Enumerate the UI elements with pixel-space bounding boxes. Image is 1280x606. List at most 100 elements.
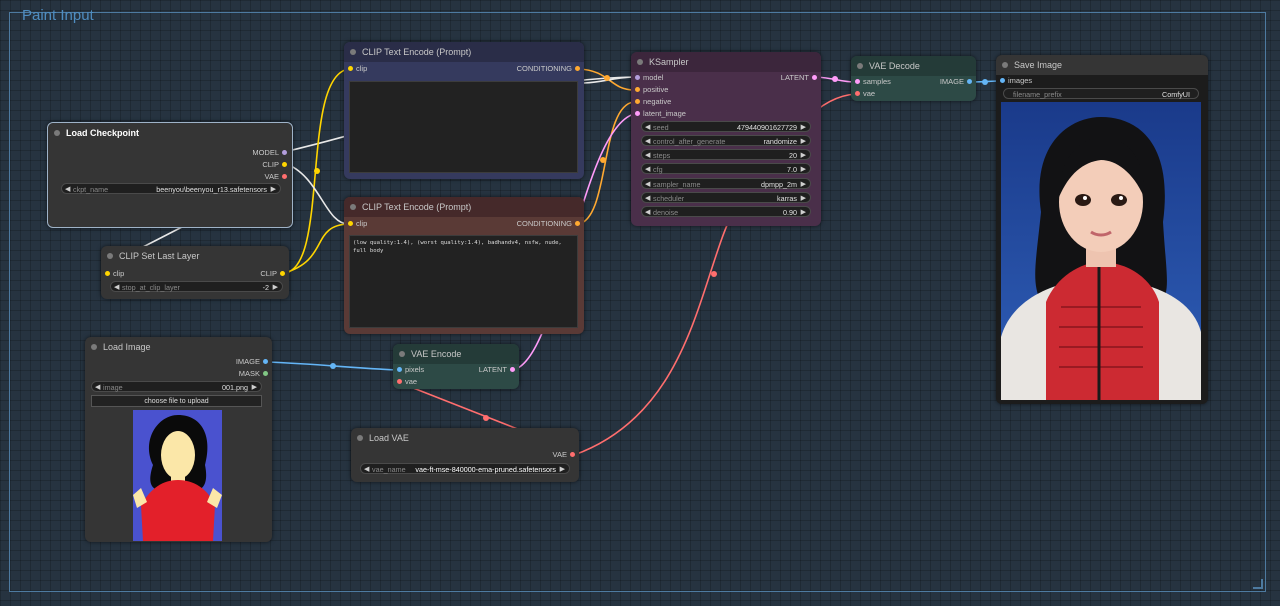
output-image[interactable]: IMAGE <box>236 357 270 367</box>
denoise-number[interactable]: ◀ denoise 0.90 ▶ <box>641 206 811 217</box>
arrow-left-icon[interactable]: ◀ <box>65 184 70 195</box>
slot-dot-icon[interactable] <box>635 75 640 80</box>
node-clip-text-encode-negative[interactable]: CLIP Text Encode (Prompt) clip CONDITION… <box>344 197 584 334</box>
node-vae-decode[interactable]: VAE Decode samples vae IMAGE <box>851 56 976 101</box>
arrow-right-icon[interactable]: ▶ <box>801 179 806 190</box>
output-latent[interactable]: LATENT <box>479 365 517 375</box>
arrow-right-icon[interactable]: ▶ <box>252 382 257 393</box>
arrow-right-icon[interactable]: ▶ <box>801 193 806 204</box>
arrow-left-icon[interactable]: ◀ <box>645 207 650 218</box>
node-header[interactable]: VAE Encode <box>393 344 519 364</box>
slot-dot-icon[interactable] <box>570 452 575 457</box>
slot-dot-icon[interactable] <box>1000 78 1005 83</box>
arrow-right-icon[interactable]: ▶ <box>271 184 276 195</box>
slot-dot-icon[interactable] <box>263 371 268 376</box>
node-vae-encode[interactable]: VAE Encode pixels vae LATENT <box>393 344 519 389</box>
slot-dot-icon[interactable] <box>348 221 353 226</box>
seed-number[interactable]: ◀ seed 479440901627729 ▶ <box>641 121 811 132</box>
arrow-left-icon[interactable]: ◀ <box>645 193 650 204</box>
input-clip[interactable]: clip <box>346 64 367 74</box>
node-header[interactable]: CLIP Set Last Layer <box>101 246 289 266</box>
sampler-name-combo[interactable]: ◀ sampler_name dpmpp_2m ▶ <box>641 178 811 189</box>
collapse-dot-icon[interactable] <box>1002 62 1008 68</box>
arrow-left-icon[interactable]: ◀ <box>364 464 369 475</box>
input-vae[interactable]: vae <box>395 377 417 387</box>
input-image-preview[interactable] <box>133 410 222 541</box>
node-load-checkpoint[interactable]: Load Checkpoint MODEL CLIP VAE ◀ ckpt_na… <box>47 122 293 228</box>
input-model[interactable]: model <box>633 73 663 83</box>
slot-dot-icon[interactable] <box>105 271 110 276</box>
control-after-generate-combo[interactable]: ◀ control_after_generate randomize ▶ <box>641 135 811 146</box>
arrow-right-icon[interactable]: ▶ <box>801 136 806 147</box>
slot-dot-icon[interactable] <box>348 66 353 71</box>
input-images[interactable]: images <box>998 76 1032 86</box>
node-save-image[interactable]: Save Image images filename_prefix ComfyU… <box>996 55 1208 404</box>
node-header[interactable]: VAE Decode <box>851 56 976 76</box>
upload-button[interactable]: choose file to upload <box>91 395 262 407</box>
slot-dot-icon[interactable] <box>397 367 402 372</box>
node-clip-text-encode-positive[interactable]: CLIP Text Encode (Prompt) clip CONDITION… <box>344 42 584 179</box>
scheduler-combo[interactable]: ◀ scheduler karras ▶ <box>641 192 811 203</box>
arrow-left-icon[interactable]: ◀ <box>95 382 100 393</box>
arrow-left-icon[interactable]: ◀ <box>645 179 650 190</box>
slot-dot-icon[interactable] <box>397 379 402 384</box>
node-header[interactable]: Load Image <box>85 337 272 357</box>
output-model[interactable]: MODEL <box>252 148 289 158</box>
node-load-image[interactable]: Load Image IMAGE MASK ◀ image 001.png ▶ … <box>85 337 272 542</box>
collapse-dot-icon[interactable] <box>399 351 405 357</box>
slot-dot-icon[interactable] <box>855 91 860 96</box>
node-clip-set-last-layer[interactable]: CLIP Set Last Layer clip CLIP ◀ stop_at_… <box>101 246 289 299</box>
stop-at-clip-layer-number[interactable]: ◀ stop_at_clip_layer -2 ▶ <box>110 281 283 292</box>
slot-dot-icon[interactable] <box>282 174 287 179</box>
collapse-dot-icon[interactable] <box>637 59 643 65</box>
node-ksampler[interactable]: KSampler model positive negative latent_… <box>631 52 821 226</box>
arrow-right-icon[interactable]: ▶ <box>801 122 806 133</box>
output-clip[interactable]: CLIP <box>260 269 287 279</box>
arrow-left-icon[interactable]: ◀ <box>645 136 650 147</box>
prompt-text-input[interactable] <box>349 81 578 173</box>
node-header[interactable]: Load VAE <box>351 428 579 448</box>
slot-dot-icon[interactable] <box>967 79 972 84</box>
arrow-right-icon[interactable]: ▶ <box>801 164 806 175</box>
vae-name-combo[interactable]: ◀ vae_name vae-ft-mse-840000-ema-pruned.… <box>360 463 570 474</box>
slot-dot-icon[interactable] <box>575 66 580 71</box>
slot-dot-icon[interactable] <box>282 150 287 155</box>
image-combo[interactable]: ◀ image 001.png ▶ <box>91 381 262 392</box>
slot-dot-icon[interactable] <box>282 162 287 167</box>
graph-canvas[interactable]: Paint Input Load Checkpoint MODEL CLIP V… <box>0 0 1280 606</box>
slot-dot-icon[interactable] <box>635 87 640 92</box>
output-vae[interactable]: VAE <box>265 172 289 182</box>
input-latent-image[interactable]: latent_image <box>633 109 686 119</box>
output-clip[interactable]: CLIP <box>262 160 289 170</box>
prompt-text-input[interactable]: (low quality:1.4), (worst quality:1.4), … <box>349 235 578 328</box>
node-header[interactable]: Save Image <box>996 55 1208 75</box>
slot-dot-icon[interactable] <box>280 271 285 276</box>
arrow-left-icon[interactable]: ◀ <box>645 150 650 161</box>
arrow-left-icon[interactable]: ◀ <box>114 282 119 293</box>
output-image-preview[interactable] <box>1001 102 1201 400</box>
collapse-dot-icon[interactable] <box>107 253 113 259</box>
slot-dot-icon[interactable] <box>635 99 640 104</box>
collapse-dot-icon[interactable] <box>54 130 60 136</box>
slot-dot-icon[interactable] <box>635 111 640 116</box>
input-negative[interactable]: negative <box>633 97 671 107</box>
output-vae[interactable]: VAE <box>553 450 577 460</box>
cfg-number[interactable]: ◀ cfg 7.0 ▶ <box>641 163 811 174</box>
input-clip[interactable]: clip <box>346 219 367 229</box>
node-header[interactable]: CLIP Text Encode (Prompt) <box>344 197 584 217</box>
arrow-right-icon[interactable]: ▶ <box>801 150 806 161</box>
output-conditioning[interactable]: CONDITIONING <box>517 219 582 229</box>
slot-dot-icon[interactable] <box>855 79 860 84</box>
output-latent[interactable]: LATENT <box>781 73 819 83</box>
output-conditioning[interactable]: CONDITIONING <box>517 64 582 74</box>
node-header[interactable]: Load Checkpoint <box>48 123 292 143</box>
steps-number[interactable]: ◀ steps 20 ▶ <box>641 149 811 160</box>
node-header[interactable]: KSampler <box>631 52 821 72</box>
output-mask[interactable]: MASK <box>239 369 270 379</box>
node-header[interactable]: CLIP Text Encode (Prompt) <box>344 42 584 62</box>
slot-dot-icon[interactable] <box>575 221 580 226</box>
arrow-right-icon[interactable]: ▶ <box>801 207 806 218</box>
collapse-dot-icon[interactable] <box>350 49 356 55</box>
input-vae[interactable]: vae <box>853 89 875 99</box>
filename-prefix-input[interactable]: filename_prefix ComfyUI <box>1003 88 1199 99</box>
